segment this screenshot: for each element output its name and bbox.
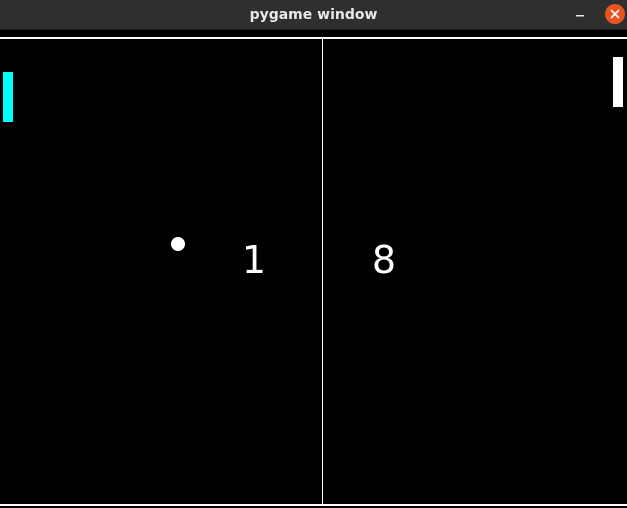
title-bar[interactable]: pygame window: [0, 0, 627, 30]
game-canvas[interactable]: 1 8: [0, 30, 627, 508]
left-paddle: [3, 72, 13, 122]
pygame-window: pygame window 1 8: [0, 0, 627, 508]
right-score: 8: [371, 238, 397, 282]
bottom-border: [0, 504, 627, 506]
window-title: pygame window: [249, 7, 378, 23]
close-button[interactable]: [605, 4, 625, 24]
ball: [171, 237, 185, 251]
center-net-line: [322, 39, 323, 504]
close-icon: [610, 9, 620, 19]
minimize-icon: [576, 15, 584, 17]
minimize-button[interactable]: [572, 7, 588, 23]
top-border: [0, 37, 627, 39]
left-score: 1: [241, 238, 267, 282]
right-paddle: [613, 57, 623, 107]
